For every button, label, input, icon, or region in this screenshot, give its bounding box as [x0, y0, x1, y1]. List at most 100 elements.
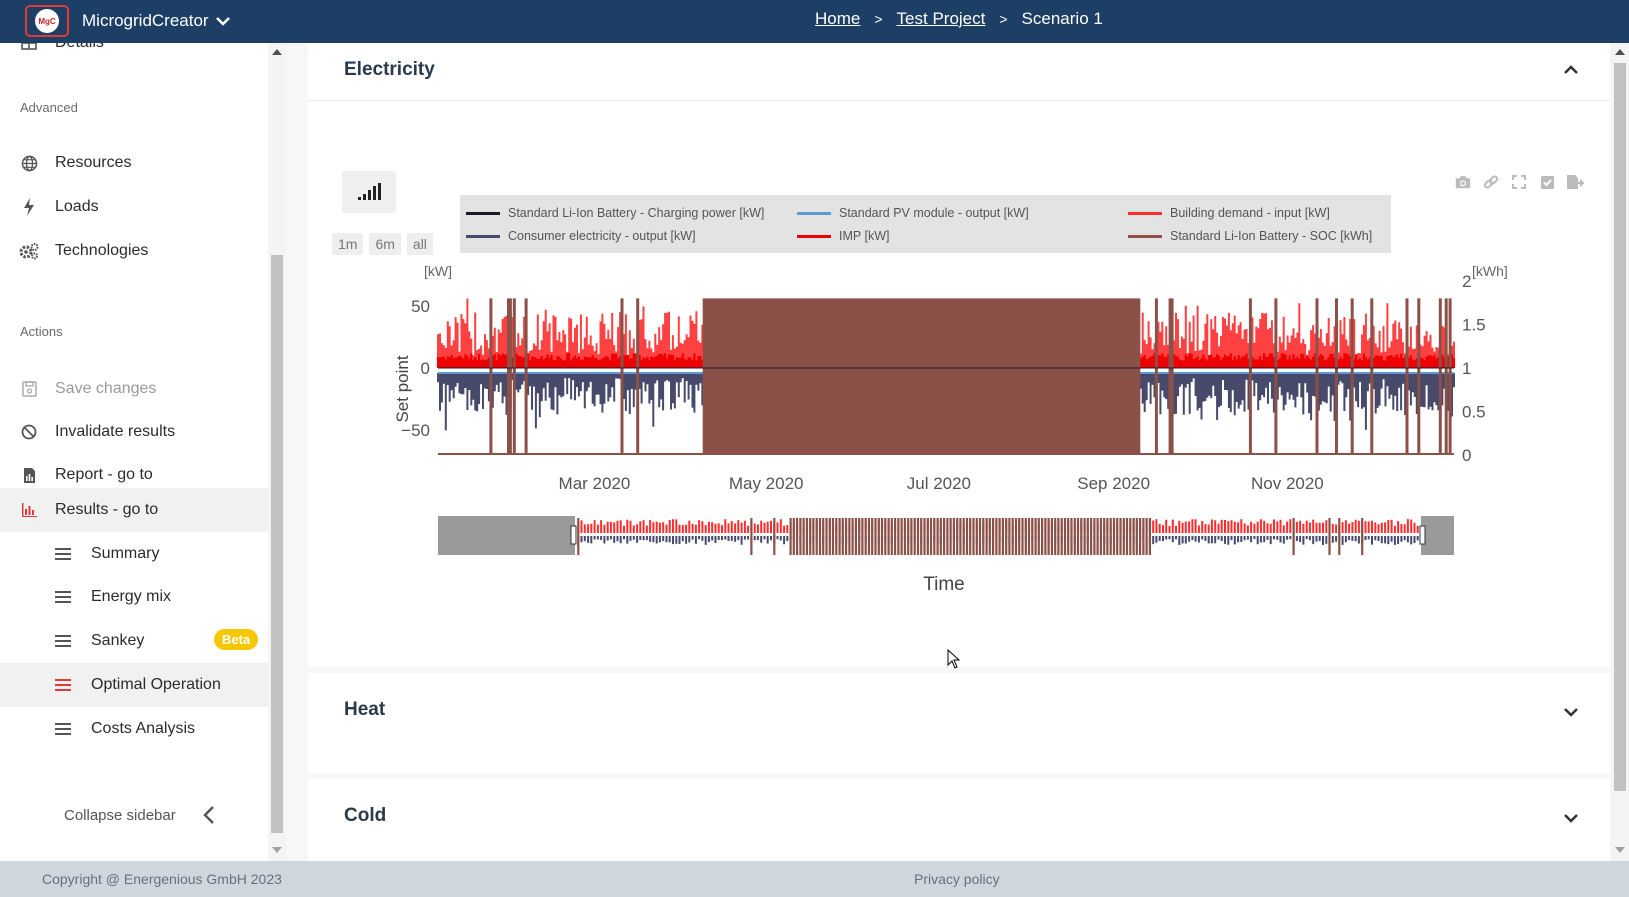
top-navbar: MgC MicrogridCreator Home > Test Project… [0, 0, 1629, 43]
ban-icon [19, 422, 39, 442]
sidebar-subitem-energy-mix[interactable]: Energy mix [0, 575, 268, 619]
chart-plot[interactable]: [kW] [kWh] Set point Time 50 0 −50 2 1.5 1 0.5… [308, 103, 1610, 703]
sidebar-scrollbar[interactable] [268, 43, 286, 861]
y-tick-left: 50 [411, 297, 430, 316]
y-tick-right: 2 [1462, 272, 1471, 291]
menu-lines-icon [55, 548, 71, 560]
x-tick: Mar 2020 [559, 474, 631, 493]
mouse-cursor-icon [947, 649, 961, 669]
y-tick-right: 0 [1462, 446, 1471, 465]
sidebar-subitem-label: Costs Analysis [91, 720, 196, 737]
sidebar-subitem-label: Sankey [91, 632, 145, 649]
sidebar-item-label: Save changes [55, 380, 157, 397]
y-axis-unit-left: [kW] [424, 263, 452, 279]
menu-lines-icon [55, 591, 71, 603]
main-content: Electricity Heat Cold 1m 6m all Standard… [286, 43, 1611, 861]
scroll-down-arrow-icon[interactable] [1615, 847, 1625, 853]
x-tick: Nov 2020 [1251, 474, 1324, 493]
scroll-up-arrow-icon[interactable] [272, 49, 282, 55]
sidebar-item-resources[interactable]: Resources [0, 141, 268, 185]
panel-title-electricity[interactable]: Electricity [344, 59, 435, 81]
chevron-left-icon[interactable] [202, 805, 216, 825]
breadcrumb-scenario: Scenario 1 [1021, 9, 1103, 28]
sidebar-item-save-changes[interactable]: Save changes [0, 367, 268, 411]
app-name[interactable]: MicrogridCreator [82, 11, 209, 31]
sidebar-item-invalidate-results[interactable]: Invalidate results [0, 410, 268, 454]
sidebar-item-label: Results - go to [55, 501, 159, 518]
privacy-policy-link[interactable]: Privacy policy [914, 871, 1000, 887]
y-tick-right: 1.5 [1462, 316, 1486, 335]
scroll-up-arrow-icon[interactable] [1615, 49, 1625, 55]
sidebar-item-label: Invalidate results [55, 423, 176, 440]
sidebar-item-label: Details [55, 43, 104, 52]
menu-lines-icon [55, 679, 71, 691]
scrollbar-thumb[interactable] [271, 255, 283, 833]
menu-lines-icon [55, 723, 71, 735]
bolt-icon [19, 197, 39, 217]
sidebar-item-label: Report - go to [55, 466, 153, 483]
range-slider-left-handle [570, 525, 577, 545]
collapse-sidebar-button[interactable]: Collapse sidebar [64, 805, 216, 825]
app-brand[interactable]: MgC MicrogridCreator [25, 5, 230, 37]
save-icon [19, 379, 39, 399]
y-tick-right: 0.5 [1462, 403, 1486, 422]
y-axis-unit-right: [kWh] [1472, 263, 1508, 279]
x-tick: Sep 2020 [1077, 474, 1150, 493]
sidebar-subitem-sankey[interactable]: Sankey Beta [0, 619, 268, 663]
y-tick-left: −50 [401, 421, 430, 440]
electricity-chart: 1m 6m all Standard Li-Ion Battery - Char… [308, 103, 1610, 703]
chevron-down-icon[interactable] [1564, 707, 1578, 717]
breadcrumb-project[interactable]: Test Project [897, 9, 986, 29]
bar-chart-icon [19, 500, 39, 520]
breadcrumb: Home > Test Project > Scenario 1 [815, 9, 1103, 29]
panel-divider [308, 100, 1610, 101]
chart-series-layer [436, 298, 1456, 455]
copyright-text: Copyright @ Energenious GmbH 2023 [42, 871, 282, 887]
logo-mark: MgC [35, 9, 59, 33]
sidebar-item-technologies[interactable]: Technologies [0, 229, 268, 273]
footer: Copyright @ Energenious GmbH 2023 Privac… [0, 861, 1629, 897]
sidebar: Details Advanced Resources Loads Technol… [0, 43, 268, 861]
cold-panel: Cold [308, 779, 1610, 861]
y-tick-right: 1 [1462, 359, 1471, 378]
x-tick: May 2020 [729, 474, 804, 493]
range-slider-layer[interactable] [438, 516, 1454, 555]
main-scrollbar[interactable] [1611, 43, 1629, 861]
x-tick: Jul 2020 [907, 474, 971, 493]
section-label-actions: Actions [20, 324, 63, 339]
breadcrumb-separator: > [999, 11, 1008, 27]
sidebar-item-loads[interactable]: Loads [0, 185, 268, 229]
sidebar-subitem-costs-analysis[interactable]: Costs Analysis [0, 707, 268, 751]
sidebar-item-label: Technologies [55, 242, 149, 259]
x-axis-label: Time [923, 574, 965, 595]
breadcrumb-separator: > [874, 11, 883, 27]
y-axis-label: Set point [393, 355, 412, 422]
breadcrumb-home[interactable]: Home [815, 9, 860, 29]
sidebar-item-label: Loads [55, 198, 99, 215]
report-icon [19, 465, 39, 485]
table-icon [19, 43, 39, 53]
scroll-down-arrow-icon[interactable] [272, 847, 282, 853]
sidebar-subitem-label: Optimal Operation [91, 676, 221, 693]
sidebar-item-results[interactable]: Results - go to [0, 488, 268, 532]
range-slider-right-handle [1419, 525, 1426, 545]
sidebar-item-details[interactable]: Details [0, 43, 268, 65]
sidebar-subitem-label: Energy mix [91, 588, 172, 605]
panel-title-cold[interactable]: Cold [344, 805, 386, 827]
scrollbar-thumb[interactable] [1614, 63, 1626, 791]
app-logo[interactable]: MgC [25, 5, 69, 37]
section-label-advanced: Advanced [20, 100, 78, 115]
gears-icon [19, 241, 39, 261]
sidebar-subitem-summary[interactable]: Summary [0, 532, 268, 576]
sidebar-subitem-label: Summary [91, 545, 160, 562]
chevron-down-icon[interactable] [1564, 813, 1578, 823]
y-tick-left: 0 [421, 359, 430, 378]
globe-icon [19, 153, 39, 173]
sidebar-item-label: Resources [55, 154, 132, 171]
chevron-up-icon[interactable] [1564, 65, 1578, 75]
collapse-sidebar-label: Collapse sidebar [64, 806, 176, 824]
beta-badge: Beta [214, 629, 259, 650]
menu-lines-icon [55, 635, 71, 647]
chevron-down-icon[interactable] [215, 16, 230, 26]
sidebar-subitem-optimal-operation[interactable]: Optimal Operation [0, 663, 268, 707]
